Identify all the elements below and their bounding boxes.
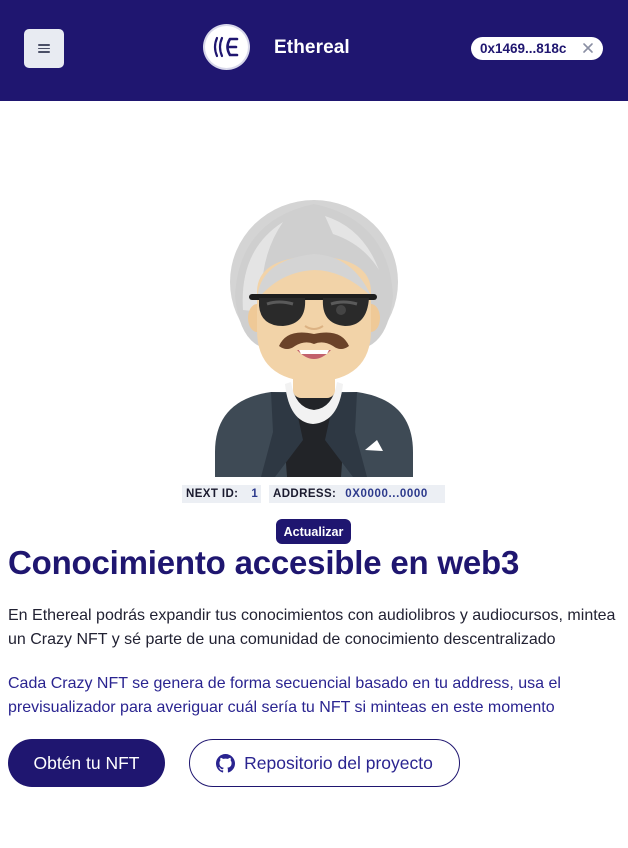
project-repo-button[interactable]: Repositorio del proyecto — [189, 739, 460, 787]
nft-avatar-image — [215, 200, 413, 477]
github-icon — [216, 753, 236, 773]
top-navbar: Ethereal 0x1469...818c — [0, 0, 628, 101]
logo-mark-icon — [213, 36, 238, 58]
menu-button[interactable] — [24, 29, 64, 68]
intro-paragraph: En Ethereal podrás expandir tus conocimi… — [8, 607, 616, 648]
wallet-address-pill[interactable]: 0x1469...818c — [471, 37, 603, 60]
wallet-address: 0x1469...818c — [480, 41, 567, 56]
preview-info: NEXT ID: 1 ADDRESS: 0X0000...0000 — [0, 485, 628, 503]
next-id-label: NEXT ID: — [186, 488, 239, 500]
get-nft-button[interactable]: Obtén tu NFT — [8, 739, 165, 787]
nft-info-paragraph: Cada Crazy NFT se genera de forma secuen… — [8, 675, 561, 716]
next-id-value: 1 — [251, 488, 259, 500]
next-id-tag: NEXT ID: 1 — [182, 485, 261, 503]
project-repo-label: Repositorio del proyecto — [244, 752, 433, 773]
hamburger-icon — [38, 44, 50, 53]
address-tag: ADDRESS: 0X0000...0000 — [269, 485, 445, 503]
address-value: 0X0000...0000 — [345, 488, 428, 500]
page-title: Conocimiento accesible en web3 — [8, 544, 520, 581]
close-icon[interactable] — [581, 41, 595, 55]
address-label: ADDRESS: — [273, 488, 337, 500]
refresh-button[interactable]: Actualizar — [276, 519, 351, 544]
ethereal-logo[interactable] — [203, 24, 250, 70]
brand-name[interactable]: Ethereal — [274, 37, 350, 59]
